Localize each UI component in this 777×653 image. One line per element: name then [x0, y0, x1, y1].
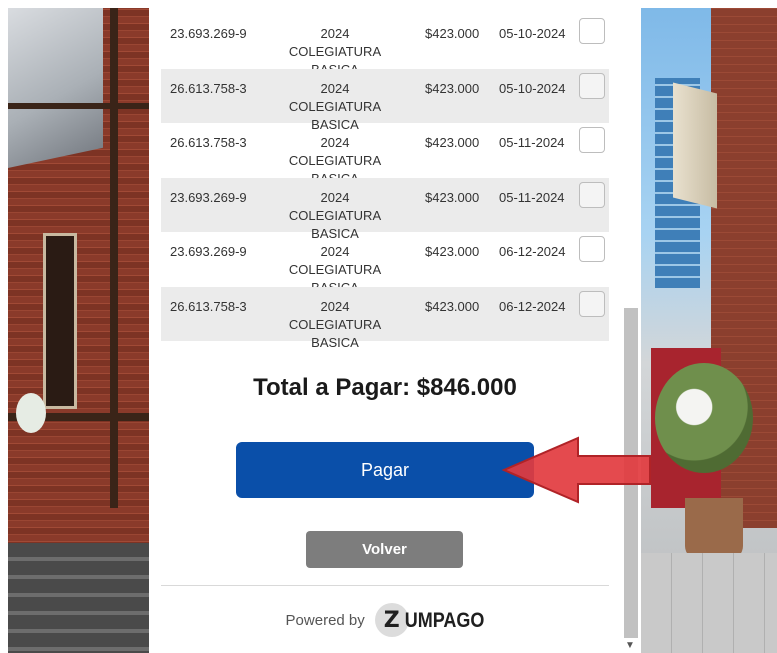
pay-button[interactable]: Pagar: [236, 442, 534, 498]
table-row: 23.693.269-9 2024 COLEGIATURABASICA $423…: [161, 232, 609, 295]
payments-table: 23.693.269-9 2024 COLEGIATURABASICA $423…: [161, 14, 609, 350]
select-checkbox[interactable]: [579, 181, 605, 208]
rut-cell: 26.613.758-3: [170, 80, 247, 96]
zumpago-logo-text: UMPAGO: [404, 607, 485, 632]
background-photo-left: [8, 8, 149, 653]
rut-cell: 23.693.269-9: [170, 26, 247, 41]
flowering-tree: [655, 363, 753, 473]
window: [43, 233, 77, 409]
powered-by-text: Powered by: [285, 611, 365, 629]
select-checkbox[interactable]: [579, 18, 605, 44]
amount-cell: $423.000: [425, 26, 480, 41]
total-to-pay: Total a Pagar: $846.000: [253, 374, 517, 401]
timber-post: [110, 8, 118, 508]
date-cell: 05-10-2024: [499, 26, 566, 41]
select-checkbox[interactable]: [579, 290, 605, 317]
zumpago-logo: Z UMPAGO: [374, 603, 485, 637]
rut-cell: 23.693.269-9: [170, 244, 247, 259]
date-cell: 05-11-2024: [499, 189, 565, 205]
plant: [16, 393, 46, 433]
timber-beam: [8, 103, 149, 109]
date-cell: 06-12-2024: [499, 298, 566, 314]
table-row: 23.693.269-9 2024 COLEGIATURABASICA $423…: [161, 177, 609, 241]
amount-cell: $423.000: [425, 244, 480, 259]
amount-cell: $423.000: [425, 189, 480, 205]
table-row: 26.613.758-3 2024 COLEGIATURABASICA $423…: [161, 286, 609, 350]
awning: [673, 82, 717, 209]
background-photo-right: [641, 8, 777, 653]
amount-cell: $423.000: [425, 298, 480, 314]
planter-pot: [685, 498, 743, 560]
table-row: 23.693.269-9 2024 COLEGIATURABASICA $423…: [161, 14, 609, 77]
back-button[interactable]: Volver: [306, 531, 463, 568]
select-checkbox[interactable]: [579, 127, 605, 153]
select-checkbox[interactable]: [579, 236, 605, 262]
payment-panel: 23.693.269-9 2024 COLEGIATURABASICA $423…: [149, 0, 621, 653]
date-cell: 05-10-2024: [499, 80, 566, 96]
zumpago-logo-mark: Z: [374, 603, 409, 637]
vertical-scrollbar[interactable]: ▼: [621, 0, 641, 653]
rut-cell: 23.693.269-9: [170, 189, 247, 205]
amount-cell: $423.000: [425, 135, 480, 150]
select-checkbox[interactable]: [579, 72, 605, 99]
rut-cell: 26.613.758-3: [170, 298, 247, 314]
date-cell: 05-11-2024: [499, 135, 565, 150]
table-row: 26.613.758-3 2024 COLEGIATURABASICA $423…: [161, 68, 609, 132]
date-cell: 06-12-2024: [499, 244, 566, 259]
rut-cell: 26.613.758-3: [170, 135, 247, 150]
building-sign: [8, 8, 103, 168]
description-cell: 2024 COLEGIATURABASICA: [288, 298, 382, 350]
chevron-down-icon[interactable]: ▼: [625, 640, 635, 651]
powered-by-footer: Powered by Z UMPAGO: [149, 603, 621, 637]
table-row: 26.613.758-3 2024 COLEGIATURABASICA $423…: [161, 123, 609, 186]
stairs: [8, 543, 149, 653]
footer-divider: [161, 585, 609, 586]
tiled-floor: [641, 553, 777, 653]
red-left-arrow-icon: [502, 436, 651, 504]
amount-cell: $423.000: [425, 80, 480, 96]
